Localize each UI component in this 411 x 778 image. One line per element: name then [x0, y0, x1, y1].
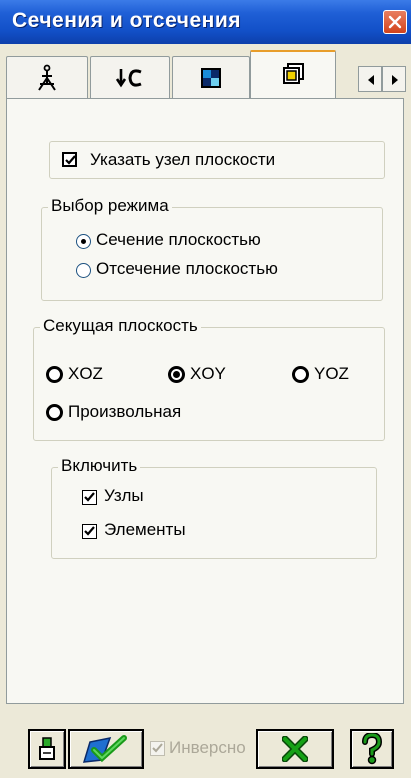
- tab-scroll-right-button[interactable]: [382, 66, 406, 92]
- mode-cut-label: Отсечение плоскостью: [96, 259, 278, 278]
- mode-cut-radio[interactable]: [76, 263, 91, 278]
- specify-node-checkbox[interactable]: [62, 152, 77, 167]
- plane-yoz-label: YOZ: [314, 364, 349, 383]
- help-button[interactable]: [350, 729, 394, 769]
- radio-selected-dot: [81, 239, 86, 244]
- tab-panel: Указать узел плоскости Выбор режима Сече…: [6, 98, 404, 704]
- plane-group: Секущая плоскость XOZ XOY YOZ Произвольн…: [33, 316, 385, 441]
- plane-arbitrary-label: Произвольная: [68, 402, 182, 421]
- tab-scroll-controls: [358, 66, 408, 92]
- close-window-button[interactable]: [383, 10, 407, 34]
- plane-xoz-label: XOZ: [68, 364, 103, 383]
- title-bar[interactable]: Сечения и отсечения: [0, 0, 411, 44]
- bottom-toolbar: Инверсно: [0, 704, 411, 778]
- dialog-window: Сечения и отсечения Указать узел плоскос…: [0, 0, 411, 778]
- plane-yoz-radio[interactable]: [292, 366, 309, 383]
- tab-structure[interactable]: [6, 56, 88, 98]
- plane-group-legend: Секущая плоскость: [40, 316, 201, 336]
- plane-xoz-radio[interactable]: [46, 366, 63, 383]
- plane-xoy-label: XOY: [190, 364, 226, 383]
- plane-xoy-radio[interactable]: [168, 366, 185, 383]
- mode-group: Выбор режима Сечение плоскостью Отсечени…: [41, 196, 383, 301]
- tab-strip: [0, 44, 411, 102]
- invert-checkbox[interactable]: [150, 741, 165, 756]
- include-elements-checkbox[interactable]: [82, 524, 97, 539]
- tab-layers[interactable]: [250, 50, 336, 98]
- tab-color-grid[interactable]: [172, 56, 250, 98]
- mode-group-legend: Выбор режима: [48, 196, 172, 216]
- include-nodes-label: Узлы: [104, 486, 144, 505]
- window-title: Сечения и отсечения: [12, 9, 241, 32]
- plane-arbitrary-radio[interactable]: [46, 404, 63, 421]
- specify-node-box: Указать узел плоскости: [49, 141, 385, 179]
- print-button[interactable]: [28, 729, 66, 769]
- tab-node-link[interactable]: [90, 56, 170, 98]
- include-group-legend: Включить: [58, 456, 141, 476]
- invert-label: Инверсно: [169, 738, 246, 757]
- tab-scroll-left-button[interactable]: [358, 66, 382, 92]
- cancel-button[interactable]: [256, 729, 334, 769]
- include-nodes-checkbox[interactable]: [82, 490, 97, 505]
- radio-selected-dot: [173, 371, 180, 378]
- mode-section-label: Сечение плоскостью: [96, 230, 261, 249]
- mode-section-radio[interactable]: [76, 234, 91, 249]
- apply-button[interactable]: [68, 729, 144, 769]
- specify-node-label: Указать узел плоскости: [90, 150, 276, 169]
- include-group: Включить Узлы Элементы: [51, 456, 377, 559]
- include-elements-label: Элементы: [104, 520, 186, 539]
